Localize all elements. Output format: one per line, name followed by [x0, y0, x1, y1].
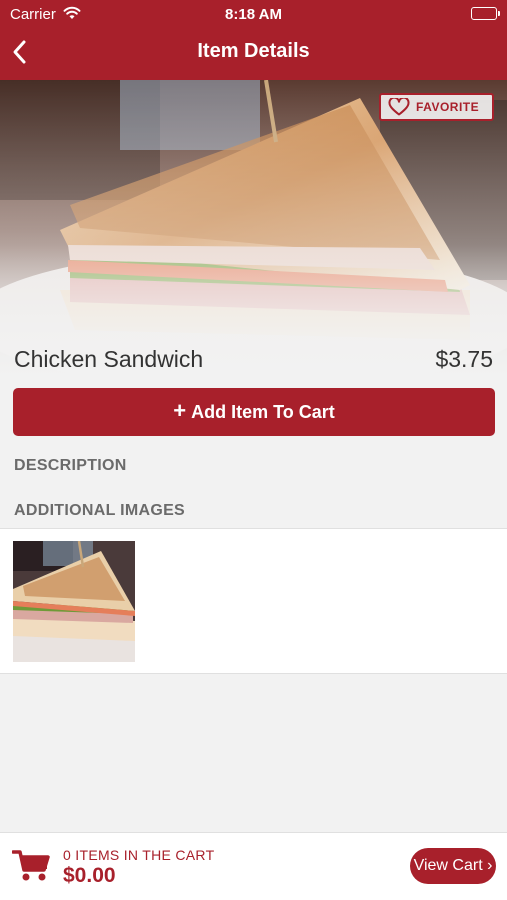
add-to-cart-button[interactable]: + Add Item To Cart	[13, 388, 495, 436]
page-title: Item Details	[197, 40, 310, 62]
favorite-button[interactable]: FAVORITE	[379, 93, 494, 121]
cart-item-count: 0 ITEMS IN THE CART	[63, 847, 215, 863]
favorite-label: FAVORITE	[416, 100, 480, 114]
item-price: $3.75	[435, 346, 493, 372]
view-cart-button[interactable]: View Cart ›	[410, 848, 496, 884]
battery-icon	[471, 7, 500, 20]
clock: 8:18 AM	[225, 6, 282, 23]
add-to-cart-label: Add Item To Cart	[191, 401, 335, 422]
item-name: Chicken Sandwich	[14, 346, 204, 372]
plus-icon: +	[173, 398, 187, 423]
item-hero-image	[0, 80, 507, 380]
cart-total: $0.00	[63, 864, 116, 887]
additional-images-gallery	[0, 528, 507, 674]
navigation-bar: Carrier 8:18 AM Item Details	[0, 0, 507, 80]
shopping-cart-icon	[11, 849, 50, 888]
status-bar: Carrier 8:18 AM	[0, 0, 507, 28]
description-heading: DESCRIPTION	[14, 457, 127, 474]
view-cart-label: View Cart ›	[413, 857, 493, 874]
additional-images-heading: ADDITIONAL IMAGES	[14, 502, 186, 519]
heart-outline-icon	[388, 98, 410, 116]
additional-image-thumbnail[interactable]	[13, 541, 135, 662]
